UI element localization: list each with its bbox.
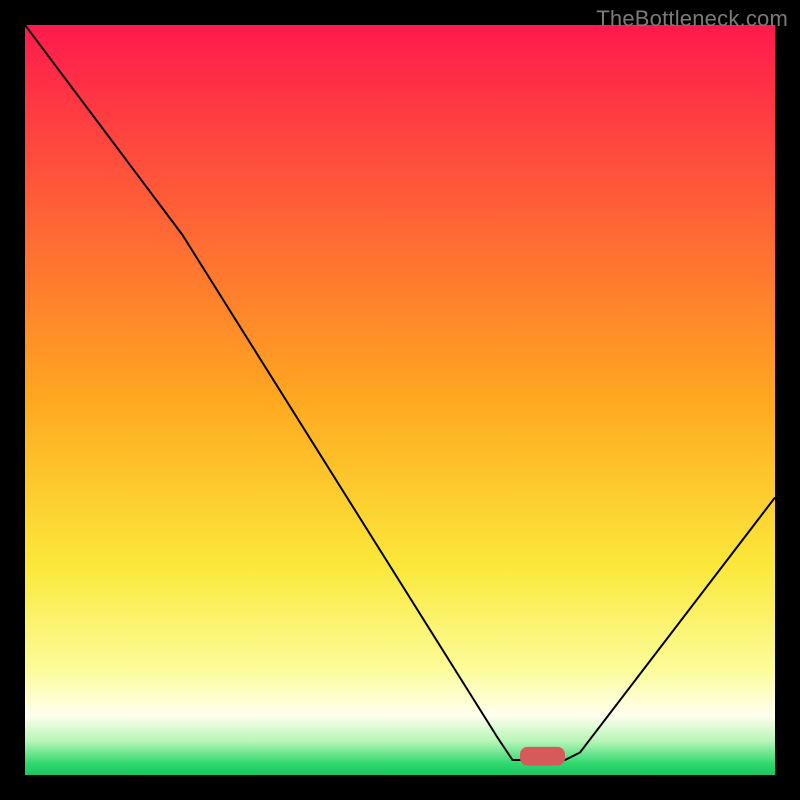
gradient-rect [25, 25, 775, 775]
chart-svg [25, 25, 775, 775]
optimum-marker [520, 747, 565, 766]
watermark-text: TheBottleneck.com [596, 6, 788, 32]
plot-area [25, 25, 775, 775]
chart-outer-frame: TheBottleneck.com [0, 0, 800, 800]
